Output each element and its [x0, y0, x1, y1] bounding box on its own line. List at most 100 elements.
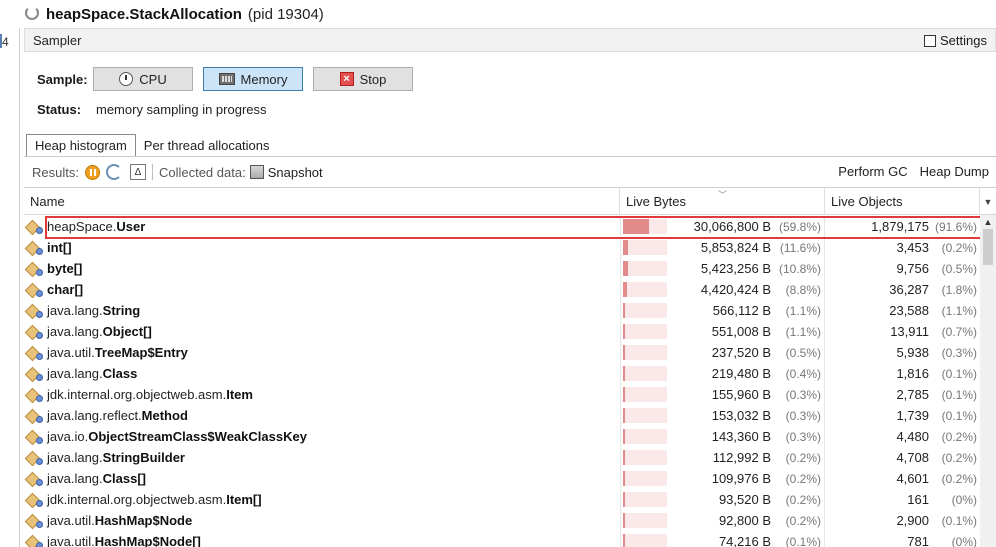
live-bytes-value: 566,112 B [712, 303, 771, 318]
bytes-bar-fill [623, 261, 628, 276]
perform-gc-button[interactable]: Perform GC [838, 164, 907, 179]
live-objects-cell: 2,900 (0.1%) [825, 510, 980, 531]
delta-icon[interactable]: Δ [129, 164, 146, 180]
class-name: HashMap$Node[] [94, 534, 201, 547]
live-bytes-percent: (0.3%) [785, 408, 821, 423]
bytes-bar-track [623, 429, 667, 444]
bytes-bar-track [623, 324, 667, 339]
live-bytes-cell: 30,066,800 B (59.8%) [620, 216, 825, 237]
bytes-bar-track [623, 261, 667, 276]
table-row[interactable]: jdk.internal.org.objectweb.asm. Item 155,… [24, 384, 980, 405]
bytes-bar-fill [623, 387, 625, 402]
live-bytes-cell: 4,420,424 B (8.8%) [620, 279, 825, 300]
live-objects-cell: 161 (0%) [825, 489, 980, 510]
live-bytes-percent: (0.2%) [785, 492, 821, 507]
package-name: jdk.internal.org.objectweb.asm. [47, 387, 227, 402]
scroll-thumb[interactable] [983, 229, 993, 265]
class-icon [24, 429, 43, 445]
cpu-button[interactable]: CPU [93, 67, 193, 91]
live-bytes-percent: (0.5%) [785, 345, 821, 360]
class-name-cell: java.lang. Class[] [24, 468, 619, 489]
table-row[interactable]: java.lang.reflect. Method 153,032 B (0.3%… [24, 405, 980, 426]
live-objects-percent: (0.1%) [941, 513, 977, 528]
live-bytes-percent: (0.4%) [785, 366, 821, 381]
live-objects-percent: (0.3%) [941, 345, 977, 360]
table-row[interactable]: java.lang. StringBuilder 112,992 B (0.2%)… [24, 447, 980, 468]
bytes-bar-track [623, 534, 667, 547]
bytes-bar-fill [623, 471, 625, 486]
live-bytes-percent: (11.6%) [779, 240, 821, 255]
memory-button[interactable]: Memory [203, 67, 303, 91]
heap-dump-button[interactable]: Heap Dump [920, 164, 989, 179]
table-row[interactable]: java.lang. String 566,112 B (1.1%) 23,588… [24, 300, 980, 321]
class-icon [24, 471, 43, 487]
class-icon [24, 450, 43, 466]
live-bytes-value: 74,216 B [718, 534, 771, 547]
table-row[interactable]: java.lang. Class 219,480 B (0.4%) 1,816 (… [24, 363, 980, 384]
package-name: jdk.internal.org.objectweb.asm. [47, 492, 227, 507]
column-menu-icon[interactable]: ▼ [980, 188, 996, 215]
class-icon [24, 366, 43, 382]
sample-label: Sample: [37, 71, 88, 87]
class-icon [24, 387, 43, 403]
refresh-icon[interactable] [105, 164, 122, 180]
live-objects-percent: (0%) [951, 534, 977, 547]
live-objects-value: 2,785 [896, 387, 929, 402]
class-name-cell: java.lang. Object[] [24, 321, 619, 342]
table-row[interactable]: jdk.internal.org.objectweb.asm. Item[] 93… [24, 489, 980, 510]
settings-checkbox[interactable] [924, 34, 937, 47]
table-row[interactable]: java.util. HashMap$Node 92,800 B (0.2%) 2… [24, 510, 980, 531]
bytes-bar-track [623, 240, 667, 255]
table-row[interactable]: java.io. ObjectStreamClass$WeakClassKey 1… [24, 426, 980, 447]
live-objects-percent: (91.6%) [934, 219, 977, 234]
class-icon [24, 261, 43, 277]
bytes-bar-track [623, 366, 667, 381]
table-row[interactable]: java.lang. Class[] 109,976 B (0.2%) 4,601… [24, 468, 980, 489]
table-row[interactable]: byte[] 5,423,256 B (10.8%) 9,756 (0.5%) [24, 258, 980, 279]
tab-heap-histogram[interactable]: Heap histogram [26, 134, 136, 156]
table-row[interactable]: java.lang. Object[] 551,008 B (1.1%) 13,9… [24, 321, 980, 342]
live-objects-value: 4,708 [896, 450, 929, 465]
sample-controls: Sample: CPU Memory × Stop [37, 67, 423, 91]
live-objects-value: 1,816 [896, 366, 929, 381]
live-objects-cell: 5,938 (0.3%) [825, 342, 980, 363]
live-bytes-cell: 5,853,824 B (11.6%) [620, 237, 825, 258]
status-value: memory sampling in progress [96, 102, 267, 117]
class-icon [24, 408, 43, 424]
snapshot-button[interactable]: Snapshot [249, 164, 323, 180]
bytes-bar-track [623, 387, 667, 402]
column-header-live-objects[interactable]: Live Objects [825, 188, 980, 215]
live-objects-value: 4,480 [896, 429, 929, 444]
class-name-cell: java.util. HashMap$Node [24, 510, 619, 531]
package-name: java.lang. [47, 450, 103, 465]
class-name: byte[] [47, 261, 83, 276]
scroll-up-icon[interactable]: ▲ [980, 215, 996, 229]
settings-toggle[interactable]: Settings [924, 33, 987, 48]
table-body: heapSpace. User 30,066,800 B (59.8%) 1,87… [24, 216, 980, 547]
table-row[interactable]: char[] 4,420,424 B (8.8%) 36,287 (1.8%) [24, 279, 980, 300]
loading-spinner-icon [25, 6, 39, 20]
stop-button[interactable]: × Stop [313, 67, 413, 91]
vertical-scrollbar[interactable]: ▲ [980, 215, 996, 547]
table-row[interactable]: java.util. TreeMap$Entry 237,520 B (0.5%)… [24, 342, 980, 363]
app-title: heapSpace.StackAllocation [46, 5, 242, 23]
table-row[interactable]: int[] 5,853,824 B (11.6%) 3,453 (0.2%) [24, 237, 980, 258]
pause-icon[interactable] [84, 164, 100, 180]
snapshot-label: Snapshot [267, 164, 323, 180]
class-name-cell: java.util. TreeMap$Entry [24, 342, 619, 363]
table-row[interactable]: java.util. HashMap$Node[] 74,216 B (0.1%)… [24, 531, 980, 547]
live-bytes-cell: 551,008 B (1.1%) [620, 321, 825, 342]
package-name: java.lang. [47, 303, 103, 318]
column-header-name[interactable]: Name [24, 188, 620, 215]
class-icon [24, 534, 43, 547]
tab-per-thread-allocations[interactable]: Per thread allocations [136, 134, 278, 156]
table-row[interactable]: heapSpace. User 30,066,800 B (59.8%) 1,87… [24, 216, 980, 237]
package-name: java.io. [47, 429, 89, 444]
class-name-cell: heapSpace. User [24, 216, 619, 237]
left-gutter: 4 [0, 28, 20, 547]
live-bytes-cell: 92,800 B (0.2%) [620, 510, 825, 531]
live-objects-percent: (0.2%) [941, 471, 977, 486]
live-bytes-value: 30,066,800 B [693, 219, 771, 234]
live-bytes-cell: 237,520 B (0.5%) [620, 342, 825, 363]
live-bytes-value: 93,520 B [718, 492, 771, 507]
